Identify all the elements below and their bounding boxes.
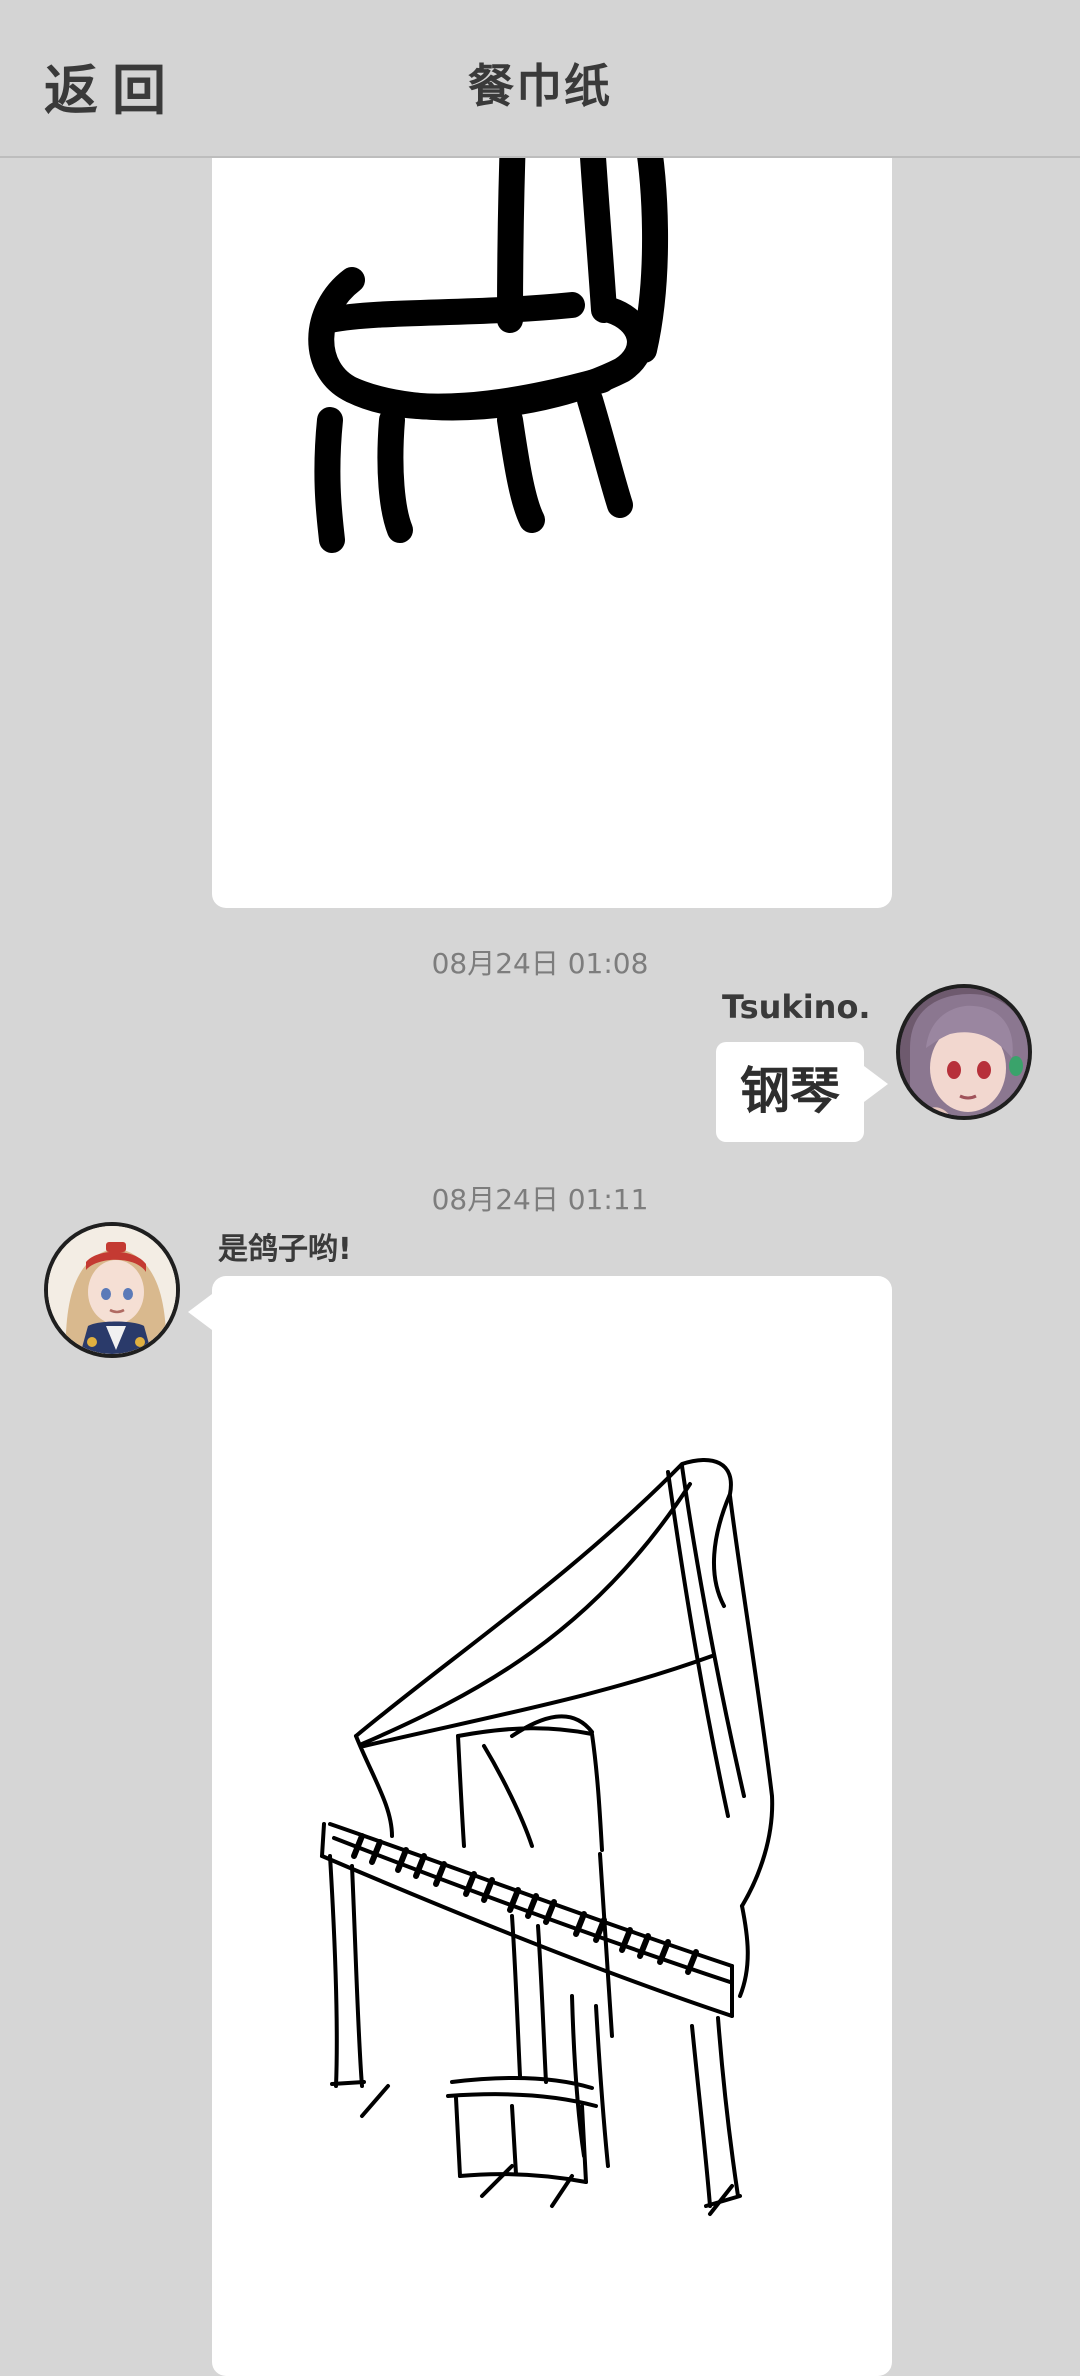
sender-name: Tsukino. xyxy=(722,988,871,1026)
bubble-tail xyxy=(188,1294,212,1330)
top-bar: 返回 餐巾纸 xyxy=(0,0,1080,158)
timestamp: 08月24日 01:08 xyxy=(431,947,649,980)
contact-avatar[interactable] xyxy=(44,1222,180,1358)
sender-name: 是鸽子哟! xyxy=(218,1232,352,1267)
chair-sketch-icon xyxy=(308,120,668,553)
page-title: 餐巾纸 xyxy=(468,59,612,113)
anime-girl-blonde-hair-avatar-icon xyxy=(48,1226,176,1354)
message-bubble[interactable]: 钢琴 xyxy=(716,1042,864,1142)
timestamp: 08月24日 01:11 xyxy=(431,1183,649,1216)
grand-piano-sketch-icon xyxy=(320,1458,775,2216)
anime-girl-purple-hair-avatar-icon xyxy=(900,988,1028,1116)
user-avatar[interactable] xyxy=(896,984,1032,1120)
drawing-card-piano[interactable] xyxy=(212,1276,892,2376)
drawing-card-chair[interactable] xyxy=(212,120,892,908)
bubble-tail xyxy=(864,1066,888,1102)
